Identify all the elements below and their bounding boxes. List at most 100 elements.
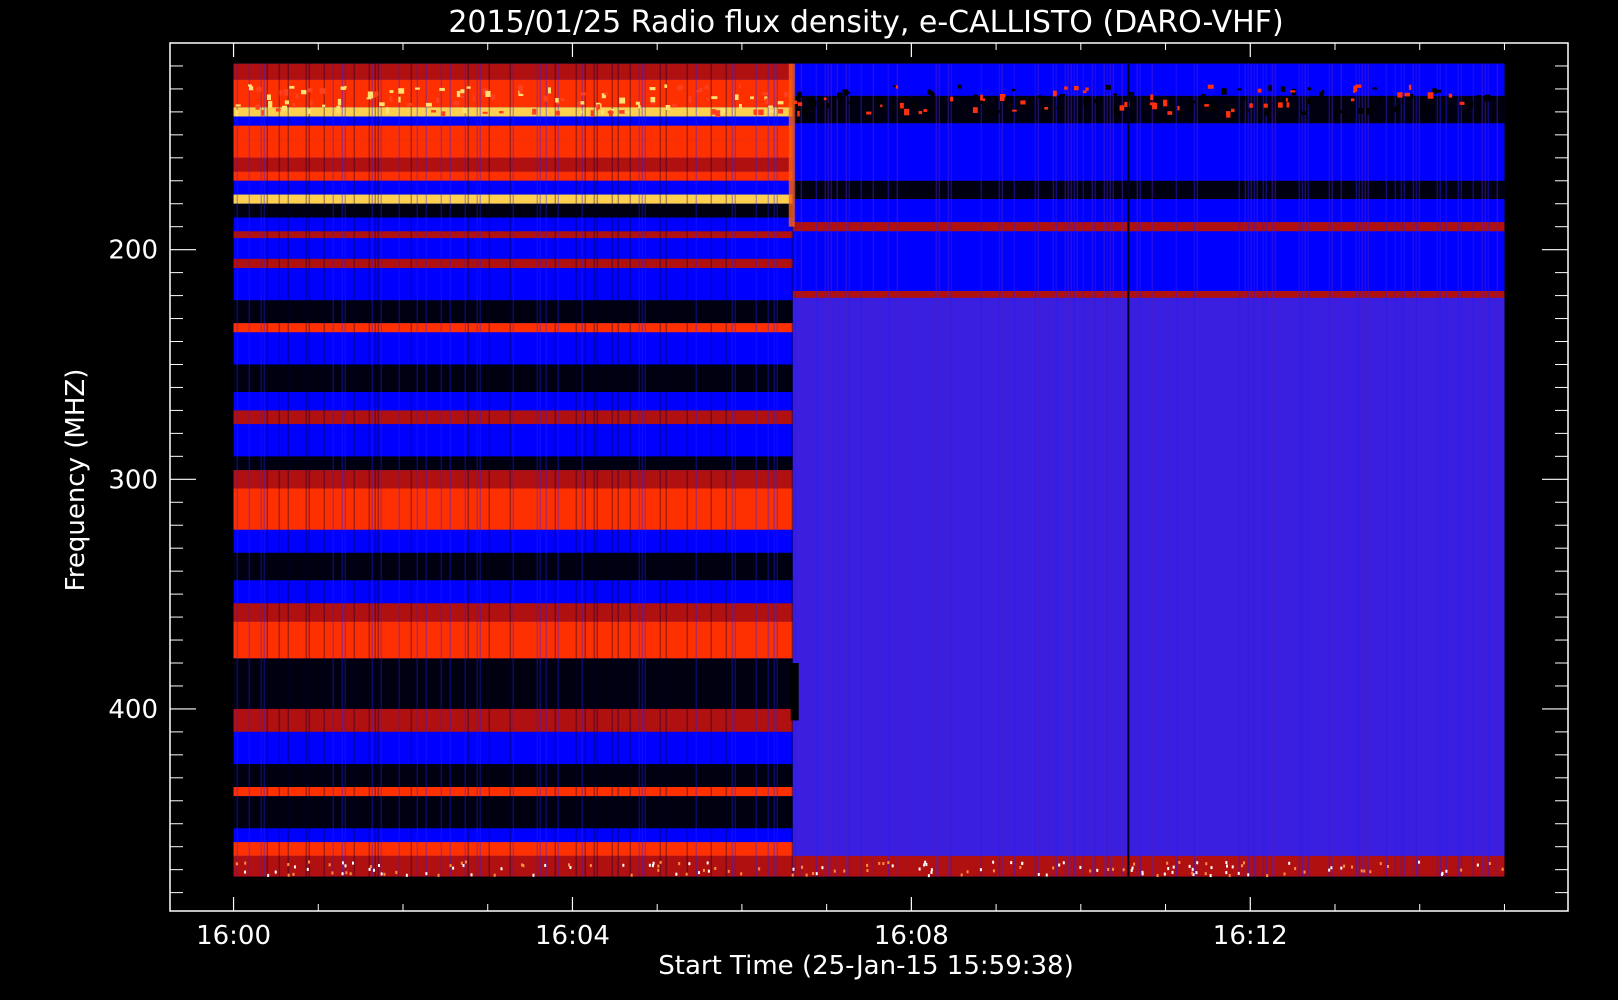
interference-speck: [1191, 100, 1196, 104]
interference-speck: [758, 867, 761, 871]
noise-streak: [1262, 63, 1265, 877]
interference-speck: [405, 873, 408, 877]
interference-speck: [1004, 97, 1009, 104]
noise-streak: [644, 63, 647, 877]
interference-speck: [344, 864, 347, 868]
interference-speck: [1340, 866, 1343, 870]
noise-streak: [1496, 63, 1499, 877]
interference-speck: [1133, 862, 1136, 866]
noise-streak: [248, 63, 251, 877]
interference-speck: [1021, 862, 1024, 866]
interference-speck: [554, 110, 560, 116]
noise-streak: [554, 63, 557, 877]
noise-streak: [1340, 63, 1343, 877]
after-band-5: [792, 222, 1505, 232]
interference-speck: [866, 869, 869, 873]
noise-streak: [278, 63, 281, 877]
noise-streak: [725, 63, 728, 877]
interference-speck: [911, 102, 917, 109]
interference-speck: [577, 101, 581, 108]
interference-speck: [1163, 99, 1168, 107]
noise-streak: [824, 63, 827, 877]
interference-speck: [1328, 868, 1331, 872]
interference-speck: [650, 97, 656, 103]
interference-speck: [783, 92, 788, 98]
interference-speck: [425, 102, 432, 107]
interference-speck: [472, 95, 475, 101]
interference-speck: [777, 101, 784, 105]
interference-speck: [798, 108, 801, 111]
interference-speck: [1093, 98, 1098, 104]
interference-speck: [706, 97, 709, 101]
interference-speck: [607, 111, 614, 114]
interference-speck: [715, 110, 721, 118]
interference-speck: [470, 873, 473, 877]
noise-streak: [353, 63, 356, 877]
interference-speck: [1167, 111, 1173, 115]
noise-streak: [734, 63, 737, 877]
interference-speck: [710, 109, 716, 115]
interference-speck: [519, 89, 523, 94]
interference-speck: [439, 87, 445, 91]
interference-speck: [797, 102, 803, 107]
interference-speck: [544, 863, 547, 867]
noise-streak: [467, 63, 470, 877]
interference-speck: [1360, 869, 1363, 873]
noise-streak: [287, 63, 290, 877]
interference-speck: [1208, 101, 1215, 109]
interference-speck: [664, 84, 668, 88]
interference-speck: [988, 110, 993, 115]
interference-speck: [306, 867, 309, 871]
interference-speck: [1113, 93, 1118, 96]
noise-streak: [935, 63, 938, 877]
after-band-2: [792, 123, 1505, 181]
interference-speck: [1379, 97, 1382, 102]
interference-speck: [880, 104, 883, 108]
interference-speck: [866, 863, 869, 867]
noise-streak: [1361, 63, 1364, 877]
interference-speck: [1268, 84, 1272, 92]
interference-speck: [688, 862, 691, 866]
noise-streak: [1412, 63, 1415, 877]
interference-speck: [383, 872, 386, 876]
noise-streak: [641, 63, 644, 877]
noise-streak: [1418, 63, 1421, 877]
interference-speck: [1131, 866, 1134, 870]
noise-streak: [332, 63, 335, 877]
interference-speck: [267, 873, 270, 877]
noise-streak: [1253, 63, 1256, 877]
interference-speck: [635, 101, 640, 105]
interference-speck: [1149, 102, 1156, 106]
interference-speck: [846, 91, 850, 94]
interference-speck: [368, 867, 371, 871]
interference-speck: [697, 871, 700, 875]
interference-speck: [307, 108, 312, 114]
interference-speck: [235, 109, 239, 117]
interference-speck: [464, 860, 467, 864]
noise-streak: [1091, 63, 1094, 877]
interference-speck: [449, 864, 452, 868]
interference-speck: [1397, 92, 1403, 98]
interference-speck: [848, 101, 854, 104]
noise-streak: [1364, 63, 1367, 877]
noise-streak: [539, 63, 542, 877]
interference-speck: [604, 92, 609, 96]
noise-streak: [1193, 63, 1196, 877]
interference-speck: [1285, 98, 1288, 102]
interference-speck: [441, 111, 446, 116]
noise-streak: [872, 63, 875, 877]
interference-speck: [619, 110, 625, 114]
interference-speck: [1019, 865, 1022, 869]
interference-speck: [255, 104, 260, 110]
after-band-6: [792, 231, 1505, 291]
interference-speck: [308, 860, 311, 864]
interference-speck: [1358, 108, 1365, 114]
interference-speck: [648, 863, 651, 867]
noise-streak: [1256, 63, 1259, 877]
interference-speck: [1365, 107, 1372, 115]
interference-speck: [1290, 90, 1296, 93]
interference-speck: [1107, 867, 1110, 871]
noise-streak: [860, 63, 863, 877]
interference-speck: [817, 96, 823, 100]
noise-streak: [776, 63, 779, 877]
